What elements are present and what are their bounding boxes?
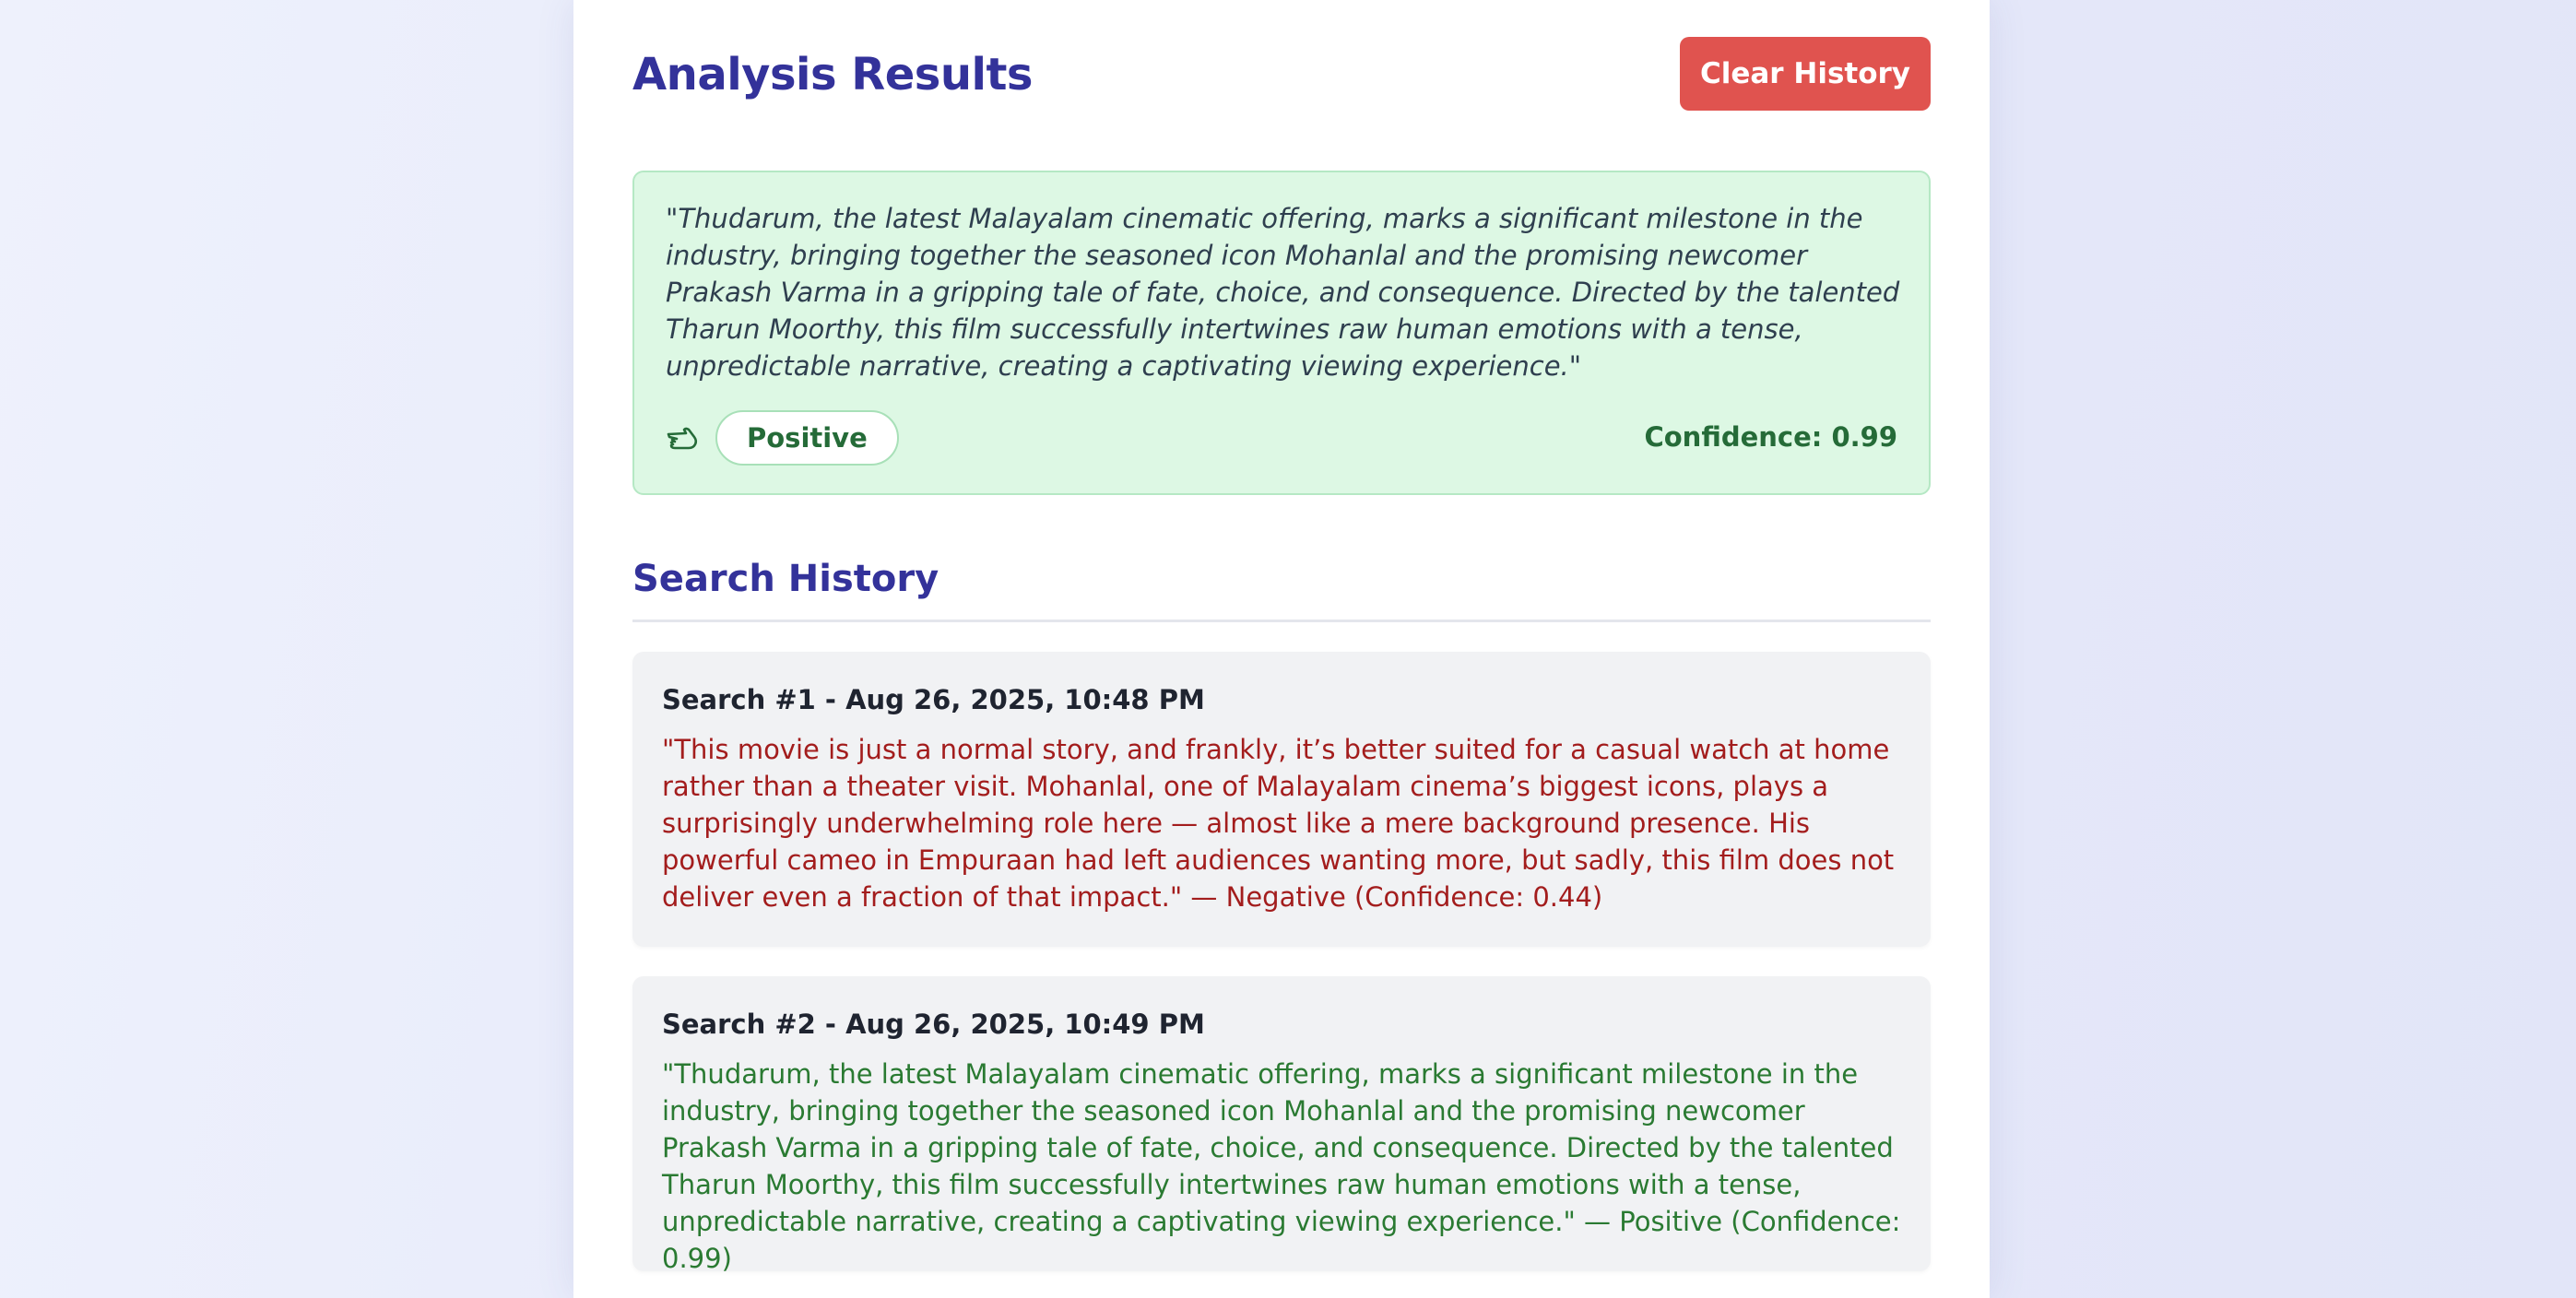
history-item-heading: Search #1 - Aug 26, 2025, 10:48 PM (662, 684, 1205, 715)
history-item-heading: Search #2 - Aug 26, 2025, 10:49 PM (662, 1009, 1205, 1040)
history-item: Search #2 - Aug 26, 2025, 10:49 PM "Thud… (632, 976, 1931, 1274)
confidence-score: Confidence: 0.99 (1644, 421, 1897, 453)
hand-pointing-icon (666, 421, 703, 454)
history-item: Search #1 - Aug 26, 2025, 10:48 PM "This… (632, 652, 1931, 947)
results-card: Analysis Results Clear History "Thudarum… (573, 0, 1990, 1298)
history-item-text: "This movie is just a normal story, and … (662, 734, 1895, 913)
analysis-result-box: "Thudarum, the latest Malayalam cinemati… (632, 171, 1931, 495)
result-footer: Positive Confidence: 0.99 (666, 410, 1897, 466)
results-header: Analysis Results Clear History (632, 37, 1931, 112)
sentiment-badge: Positive (715, 410, 899, 466)
analyzed-review-text: "Thudarum, the latest Malayalam cinemati… (666, 203, 1900, 382)
search-history-title: Search History (632, 558, 939, 600)
clear-history-button[interactable]: Clear History (1680, 37, 1931, 111)
history-item-text: "Thudarum, the latest Malayalam cinemati… (662, 1058, 1901, 1274)
page-title: Analysis Results (632, 49, 1033, 100)
divider (632, 620, 1931, 622)
